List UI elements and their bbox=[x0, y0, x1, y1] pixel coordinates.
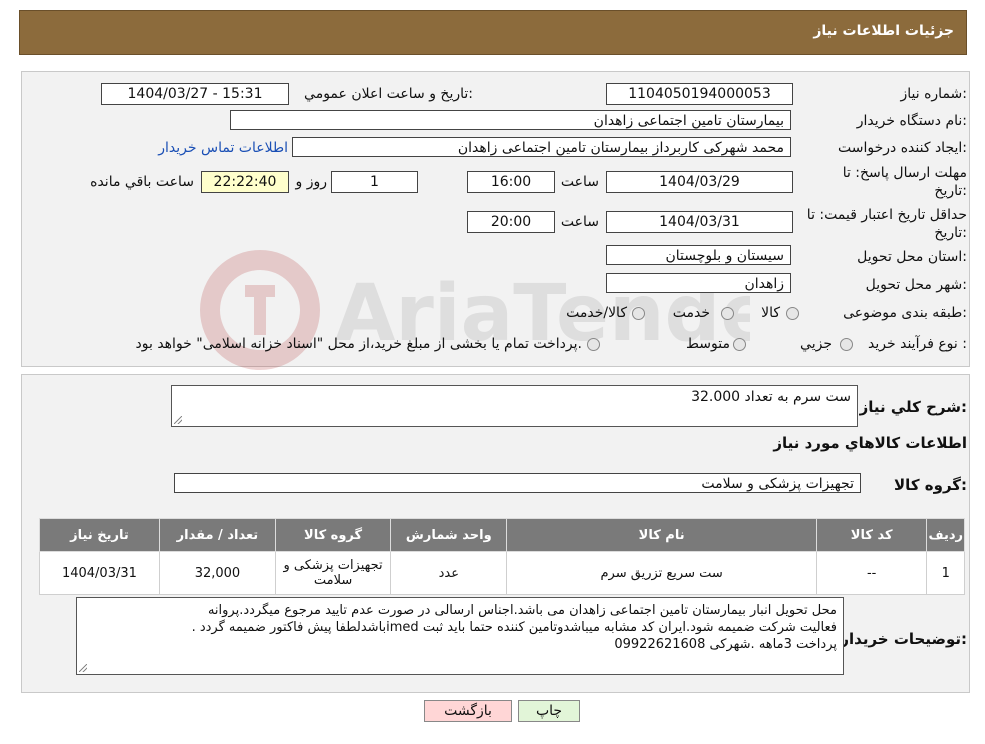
cell-row-number: 1 bbox=[926, 551, 965, 595]
process-minor-label: جزيي bbox=[800, 336, 832, 352]
col-need-date: تاريخ نياز bbox=[39, 518, 160, 552]
col-goods-name: نام کالا bbox=[506, 518, 817, 552]
col-row-number: رديف bbox=[926, 518, 965, 552]
buyer-notes-label: توضيحات خريدار: bbox=[840, 630, 967, 648]
category-goods-service-radio[interactable] bbox=[632, 307, 645, 320]
category-service-radio[interactable] bbox=[721, 307, 734, 320]
deadline-time-field: 16:00 bbox=[467, 171, 555, 193]
need-number-field: 1104050194000053 bbox=[606, 83, 793, 105]
cell-goods-group: تجهیزات پزشکی و سلامت bbox=[274, 551, 392, 595]
page-title: جزئیات اطلاعات نیاز bbox=[813, 23, 954, 39]
deadline-label-line2: تاریخ: bbox=[934, 183, 967, 199]
page-header: جزئیات اطلاعات نیاز bbox=[19, 10, 967, 55]
remaining-time-label: ساعت باقي مانده bbox=[90, 174, 194, 190]
resize-grip-icon[interactable] bbox=[79, 664, 87, 672]
deadline-days-field: 1 bbox=[331, 171, 418, 193]
deadline-label-line1: مهلت ارسال پاسخ: تا bbox=[842, 165, 967, 181]
price-validity-time-label: ساعت bbox=[560, 214, 599, 230]
price-validity-label-line2: تاريخ: bbox=[934, 225, 967, 241]
requester-field: محمد شهرکی کاربرداز بیمارستان تامین اجتم… bbox=[292, 137, 791, 157]
buyer-notes-line-1: محل تحویل انبار بیمارستان تامین اجتماعی … bbox=[207, 603, 837, 618]
col-goods-code: کد کالا bbox=[815, 518, 928, 552]
table-row: 1 -- ست سریع تزریق سرم عدد تجهیزات پزشکی… bbox=[39, 551, 965, 595]
province-field: سیستان و بلوچستان bbox=[606, 245, 791, 265]
summary-field: ست سرم به تعداد 32.000 bbox=[171, 385, 858, 427]
goods-table: رديف کد کالا نام کالا واحد شمارش گروه کا… bbox=[39, 518, 965, 595]
category-label: طبقه بندی موضوعی: bbox=[843, 305, 967, 321]
process-minor-radio[interactable] bbox=[840, 338, 853, 351]
print-button[interactable]: چاپ bbox=[518, 700, 580, 722]
goods-table-header: رديف کد کالا نام کالا واحد شمارش گروه کا… bbox=[39, 518, 965, 552]
buyer-org-field: بیمارستان تامین اجتماعی زاهدان bbox=[230, 110, 791, 130]
province-label: استان محل تحويل: bbox=[857, 249, 967, 265]
city-label: شهر محل تحويل: bbox=[865, 277, 967, 293]
process-medium-label: متوسط bbox=[686, 336, 730, 352]
cell-unit: عدد bbox=[390, 551, 508, 595]
summary-label: شرح کلي نياز: bbox=[859, 398, 967, 416]
requester-label: ايجاد کننده درخواست: bbox=[838, 140, 967, 156]
category-goods-label: کالا bbox=[761, 305, 780, 321]
category-service-label: خدمت bbox=[672, 305, 710, 321]
buyer-org-label: نام دستگاه خريدار: bbox=[856, 113, 967, 129]
category-goods-service-label: کالا/خدمت bbox=[566, 305, 627, 321]
announce-datetime-label: تاریخ و ساعت اعلان عمومي: bbox=[304, 86, 473, 102]
col-quantity: تعداد / مقدار bbox=[158, 518, 277, 552]
deadline-time-label: ساعت bbox=[560, 174, 599, 190]
buyer-notes-field: محل تحویل انبار بیمارستان تامین اجتماعی … bbox=[76, 597, 844, 675]
summary-text: ست سرم به تعداد 32.000 bbox=[691, 389, 851, 405]
buyer-notes-line-2: فعالیت شرکت ضمیمه شود.ایران کد مشابه میب… bbox=[191, 620, 837, 635]
cell-need-date: 1404/03/31 bbox=[39, 551, 160, 595]
col-unit: واحد شمارش bbox=[390, 518, 508, 552]
buyer-notes-line-3: پرداخت 3ماهه .شهرکی 09922621608 bbox=[614, 637, 837, 652]
resize-grip-icon[interactable] bbox=[174, 416, 182, 424]
process-type-label: نوع فرآيند خريد : bbox=[868, 336, 967, 352]
announce-datetime-field: 1404/03/27 - 15:31 bbox=[101, 83, 289, 105]
cell-goods-name: ست سریع تزریق سرم bbox=[506, 551, 817, 595]
cell-quantity: 32,000 bbox=[158, 551, 277, 595]
goods-group-field: تجهیزات پزشکی و سلامت bbox=[174, 473, 861, 493]
treasury-note-radio[interactable] bbox=[587, 338, 600, 351]
deadline-date-field: 1404/03/29 bbox=[606, 171, 793, 193]
cell-goods-code: -- bbox=[815, 551, 928, 595]
price-validity-label-line1: حداقل تاريخ اعتبار قيمت: تا bbox=[806, 207, 967, 223]
deadline-days-label: روز و bbox=[295, 174, 328, 190]
process-medium-radio[interactable] bbox=[733, 338, 746, 351]
back-button[interactable]: بازگشت bbox=[424, 700, 512, 722]
need-number-label: شماره نیاز: bbox=[900, 86, 967, 102]
treasury-note-text: پرداخت تمام يا بخشی از مبلغ خريد،از محل … bbox=[135, 336, 582, 352]
col-goods-group: گروه کالا bbox=[274, 518, 392, 552]
buyer-contact-link[interactable]: اطلاعات تماس خريدار bbox=[158, 140, 288, 156]
category-goods-radio[interactable] bbox=[786, 307, 799, 320]
goods-info-title: اطلاعات کالاهاي مورد نياز bbox=[773, 434, 967, 452]
goods-group-label: گروه کالا: bbox=[894, 476, 967, 494]
price-validity-date-field: 1404/03/31 bbox=[606, 211, 793, 233]
city-field: زاهدان bbox=[606, 273, 791, 293]
remaining-time-field: 22:22:40 bbox=[201, 171, 289, 193]
price-validity-time-field: 20:00 bbox=[467, 211, 555, 233]
